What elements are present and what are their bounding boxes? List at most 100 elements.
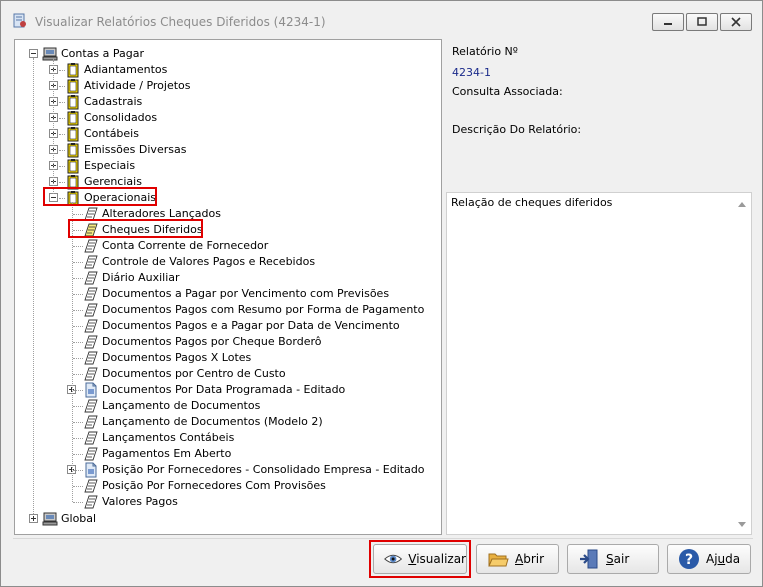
tree-connector <box>59 86 65 87</box>
highlight-cheques-diferidos <box>68 219 203 238</box>
tree-connector <box>73 246 83 247</box>
expand-icon[interactable] <box>29 514 38 523</box>
tree-node-label: Lançamentos Contábeis <box>102 431 235 444</box>
tree-node-label: Documentos a Pagar por Vencimento com Pr… <box>102 287 390 300</box>
close-icon <box>731 17 741 27</box>
report-number-value: 4234-1 <box>452 66 491 79</box>
scroll-up-icon[interactable] <box>737 200 747 208</box>
report-icon <box>84 255 98 269</box>
report-icon <box>84 319 98 333</box>
tree-node-label: Emissões Diversas <box>84 143 187 156</box>
description-box[interactable]: Relação de cheques diferidos <box>446 192 752 535</box>
minimize-button[interactable] <box>652 13 684 31</box>
tree-node-label: Adiantamentos <box>84 63 168 76</box>
tree-node-category[interactable]: Consolidados <box>15 110 441 126</box>
tree-connector <box>73 438 83 439</box>
report-icon <box>84 415 98 429</box>
tree-node-category[interactable]: Adiantamentos <box>15 62 441 78</box>
tree-node-label: Global <box>61 512 97 525</box>
clipboard-folder-icon <box>67 143 79 158</box>
tree-connector <box>73 470 83 471</box>
minimize-icon <box>664 23 672 25</box>
tree-connector <box>59 150 65 151</box>
report-viewer-window: Visualizar Relatórios Cheques Diferidos … <box>0 0 763 587</box>
tree-node-label: Documentos Pagos com Resumo por Forma de… <box>102 303 425 316</box>
maximize-button[interactable] <box>686 13 718 31</box>
tree-node-label: Atividade / Projetos <box>84 79 191 92</box>
report-icon <box>84 287 98 301</box>
tree-connector <box>59 134 65 135</box>
tree-node-label: Documentos Pagos e a Pagar por Data de V… <box>102 319 400 332</box>
tree-node-global[interactable]: Global <box>15 511 441 527</box>
highlight-operacionais <box>43 187 157 206</box>
tree-connector <box>72 202 73 502</box>
exit-button-label: Sair <box>606 552 630 566</box>
clipboard-folder-icon <box>67 63 79 78</box>
tree-connector <box>59 118 65 119</box>
report-tree[interactable]: Contas a Pagar Adiantamentos Atividade / P… <box>14 39 442 535</box>
tree-connector <box>53 58 54 194</box>
folder-open-icon <box>488 553 509 567</box>
maximize-icon <box>697 17 707 26</box>
report-icon <box>84 303 98 317</box>
tree-node-label: Posição Por Fornecedores Com Provisões <box>102 479 326 492</box>
report-number-label: Relatório Nº <box>452 45 518 58</box>
help-icon: ? <box>679 549 699 569</box>
scroll-down-icon[interactable] <box>737 521 747 529</box>
tree-connector <box>73 502 83 503</box>
description-text: Relação de cheques diferidos <box>451 196 613 209</box>
separator <box>13 538 753 539</box>
tree-node-category[interactable]: Atividade / Projetos <box>15 78 441 94</box>
help-button[interactable]: ? Ajuda <box>667 544 751 574</box>
report-icon <box>84 239 98 253</box>
clipboard-folder-icon <box>67 159 79 174</box>
exit-door-icon <box>580 549 598 569</box>
tree-connector <box>73 326 83 327</box>
tree-connector <box>73 486 83 487</box>
tree-node-label: Contábeis <box>84 127 139 140</box>
tree-node-label: Contas a Pagar <box>61 47 145 60</box>
tree-connector <box>73 358 83 359</box>
clipboard-folder-icon <box>67 111 79 126</box>
tree-node-category[interactable]: Especiais <box>15 158 441 174</box>
open-button-label: Abrir <box>515 552 545 566</box>
tree-node-category[interactable]: Contábeis <box>15 126 441 142</box>
tree-connector <box>73 262 83 263</box>
tree-node-label: Controle de Valores Pagos e Recebidos <box>102 255 316 268</box>
window-title: Visualizar Relatórios Cheques Diferidos … <box>35 15 326 29</box>
tree-node-label: Documentos Por Data Programada - Editado <box>102 383 346 396</box>
tree-node-label: Conta Corrente de Fornecedor <box>102 239 269 252</box>
description-label: Descrição Do Relatório: <box>452 123 582 136</box>
tree-node-contas-a-pagar[interactable]: Contas a Pagar <box>15 46 441 62</box>
tree-connector <box>73 310 83 311</box>
report-icon <box>84 399 98 413</box>
report-icon <box>84 495 98 509</box>
tree-node-label: Posição Por Fornecedores - Consolidado E… <box>102 463 425 476</box>
tree-connector <box>73 342 83 343</box>
tree-node-label: Documentos por Centro de Custo <box>102 367 286 380</box>
clipboard-folder-icon <box>67 127 79 142</box>
tree-node-label: Lançamento de Documentos <box>102 399 261 412</box>
report-info-panel: Relatório Nº 4234-1 Consulta Associada: … <box>446 39 752 189</box>
svg-text:?: ? <box>685 552 693 568</box>
tree-node-label: Especiais <box>84 159 136 172</box>
report-icon <box>84 351 98 365</box>
document-icon <box>85 382 97 398</box>
open-button[interactable]: Abrir <box>476 544 559 574</box>
tree-node-label: Valores Pagos <box>102 495 178 508</box>
collapse-icon[interactable] <box>29 49 38 58</box>
tree-node-label: Consolidados <box>84 111 158 124</box>
help-button-label: Ajuda <box>706 552 741 566</box>
close-button[interactable] <box>720 13 752 31</box>
associated-query-label: Consulta Associada: <box>452 85 563 98</box>
report-icon <box>84 271 98 285</box>
app-icon <box>13 13 26 28</box>
report-icon <box>84 447 98 461</box>
tree-connector <box>73 422 83 423</box>
exit-button[interactable]: Sair <box>567 544 659 574</box>
tree-node-category[interactable]: Cadastrais <box>15 94 441 110</box>
clipboard-folder-icon <box>67 79 79 94</box>
tree-node-label: Documentos Pagos por Cheque Borderô <box>102 335 322 348</box>
tree-connector <box>59 102 65 103</box>
tree-node-category[interactable]: Emissões Diversas <box>15 142 441 158</box>
